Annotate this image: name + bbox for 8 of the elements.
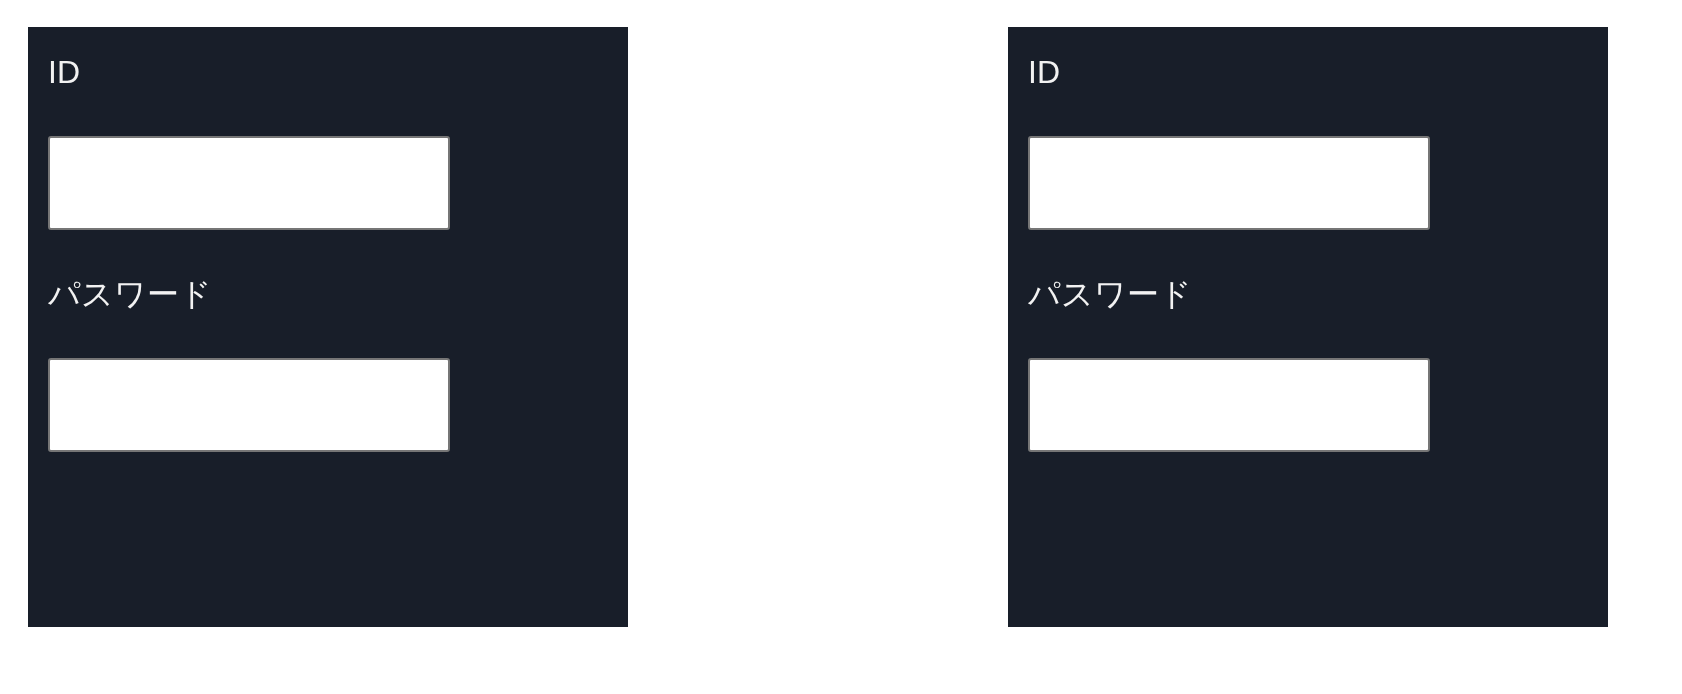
input-field[interactable] <box>1028 358 1430 452</box>
field-label: ID <box>1028 53 1060 92</box>
field-label: パスワード <box>48 275 212 314</box>
input-field[interactable] <box>1028 136 1430 230</box>
input-field[interactable] <box>48 358 450 452</box>
field-label: ID <box>48 53 80 92</box>
input-field[interactable] <box>48 136 450 230</box>
field-label: パスワード <box>1028 275 1192 314</box>
